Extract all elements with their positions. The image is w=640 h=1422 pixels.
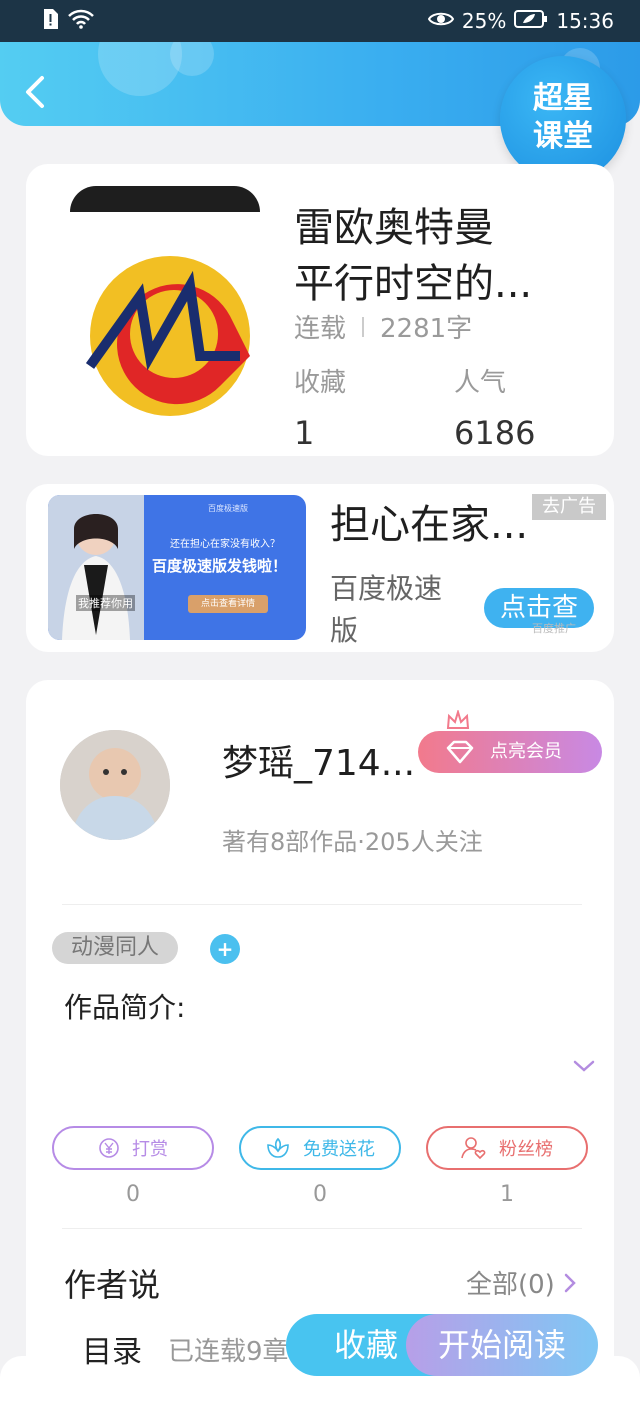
vip-label: 点亮会员 [490, 741, 562, 762]
fan-ranking-label: 粉丝榜 [499, 1139, 553, 1160]
battery-icon [514, 9, 548, 33]
book-title-line-2: 平行时空的... [294, 261, 533, 307]
book-title: 雷欧奥特曼 平行时空的... [294, 200, 594, 312]
flower-icon [267, 1137, 289, 1158]
reward-count: 0 [126, 1182, 140, 1207]
ad-card[interactable]: 我推荐你用 百度极速版 还在担心在家没有收入？ 百度极速版发钱啦！ 点击查看详情… [26, 484, 614, 652]
chevron-down-icon [573, 1060, 595, 1072]
book-title-line-1: 雷欧奥特曼 [294, 205, 494, 251]
author-says-all-label: 全部(0) [466, 1270, 555, 1300]
ad-image-headline: 百度极速版发钱啦！ [152, 557, 288, 575]
eye-icon [427, 9, 455, 33]
send-flower-button[interactable]: 免费送花 [239, 1126, 401, 1170]
add-tag-button[interactable]: + [210, 934, 240, 964]
chevron-left-icon [26, 76, 44, 108]
ad-image-button: 点击查看详情 [188, 595, 268, 613]
word-count: 2281字 [380, 314, 473, 344]
fan-ranking-button[interactable]: 粉丝榜 [426, 1126, 588, 1170]
avatar[interactable] [60, 730, 170, 840]
logo-line-2: 课堂 [533, 119, 593, 154]
yuan-icon [99, 1138, 119, 1158]
ad-image[interactable]: 我推荐你用 百度极速版 还在担心在家没有收入？ 百度极速版发钱啦！ 点击查看详情 [48, 495, 306, 640]
diamond-icon [446, 740, 474, 764]
start-reading-button[interactable]: 开始阅读 [406, 1314, 598, 1376]
toc-chapter-info: 已连载9章 [168, 1337, 289, 1367]
cover-logo-icon [85, 256, 250, 416]
chevron-right-icon [564, 1273, 576, 1292]
sim-alert-icon [42, 9, 58, 34]
ad-tag: 百度推广 [532, 622, 576, 635]
reward-button[interactable]: 打赏 [52, 1126, 214, 1170]
genre-tag[interactable]: 动漫同人 [52, 932, 178, 964]
wifi-icon [68, 9, 94, 34]
book-cover[interactable] [70, 186, 260, 426]
divider [62, 1228, 582, 1229]
ad-image-caption: 我推荐你用 [76, 595, 135, 611]
flower-count: 0 [313, 1182, 327, 1207]
back-button[interactable] [20, 72, 52, 112]
serial-status: 连载 [294, 314, 347, 344]
ad-image-question: 还在担心在家没有收入？ [170, 539, 280, 550]
ad-image-top: 百度极速版 [208, 504, 248, 513]
divider [62, 904, 582, 905]
author-stats: 著有8部作品·205人关注 [222, 828, 483, 856]
clock: 15:36 [556, 9, 614, 33]
vip-button[interactable]: 点亮会员 [418, 731, 602, 773]
favorites-value: 1 [294, 414, 315, 452]
remove-ad-button[interactable]: 去广告 [532, 494, 606, 520]
book-info-card: 雷欧奥特曼 平行时空的... 连载 2281字 收藏 人气 1 6186 [26, 164, 614, 456]
reward-label: 打赏 [132, 1139, 168, 1160]
logo-line-1: 超星 [533, 81, 593, 116]
author-card: 梦瑶_714... 点亮会员 著有8部作品·205人关注 动漫同人 + 作品简介… [26, 680, 614, 1400]
author-says-label: 作者说 [64, 1266, 161, 1304]
fan-count: 1 [500, 1182, 514, 1207]
meta-divider [362, 316, 365, 337]
intro-label: 作品简介: [64, 991, 186, 1024]
ad-advertiser: 百度极速版 [330, 572, 443, 647]
book-meta: 连载 2281字 [294, 308, 472, 345]
status-bar: 25% 15:36 [0, 0, 640, 42]
battery-percent: 25% [461, 9, 507, 33]
ad-person-photo: 我推荐你用 [48, 495, 144, 640]
popularity-value: 6186 [454, 414, 536, 452]
popularity-label: 人气 [454, 368, 507, 398]
author-says-all-link[interactable]: 全部(0) [466, 1264, 577, 1301]
author-name: 梦瑶_714... [222, 743, 416, 784]
author-photo [60, 730, 170, 840]
ad-title: 担心在家... [330, 502, 529, 548]
expand-button[interactable] [572, 1058, 596, 1078]
user-heart-icon [461, 1137, 486, 1160]
send-flower-label: 免费送花 [303, 1139, 375, 1160]
favorites-label: 收藏 [294, 368, 347, 398]
toc-label: 目录 [82, 1335, 142, 1370]
